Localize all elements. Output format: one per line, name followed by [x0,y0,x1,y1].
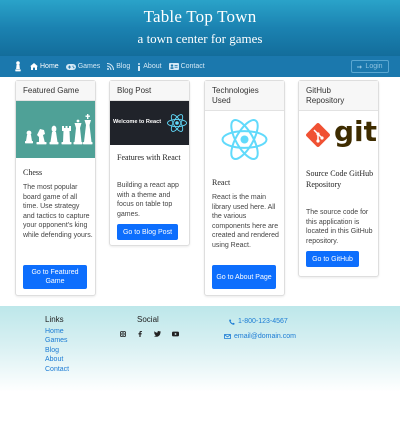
go-to-github-button[interactable]: Go to GitHub [306,251,359,267]
chess-pawn-icon[interactable] [15,61,21,72]
card-text: Building a react app with a theme and fo… [117,182,179,218]
go-to-about-page-button[interactable]: Go to About Page [212,265,276,289]
nav-contact[interactable]: Contact [168,63,205,70]
nav-games-label: Games [77,63,101,70]
login-button[interactable]: Login [351,60,389,73]
card-text: The source code for this application is … [306,209,373,245]
react-logo-image [205,111,284,168]
card-github-repository: GitHub Repository git Source Code GitHub… [298,80,379,277]
nav-blog-label: Blog [116,63,131,70]
footer-email[interactable]: email@domain.com [224,333,296,340]
card-title: Features with React [117,153,181,162]
nav-games[interactable]: Games [65,63,101,70]
login-label: Login [365,63,383,70]
card-technologies-used: Technologies Used React React is the mai… [204,80,285,296]
card-header: Featured Game [16,81,95,101]
card-text: React is the main library used here. All… [212,194,279,249]
footer-social-heading: Social [137,315,159,324]
main-navbar: Home Games Blog About Contact Login [0,56,400,77]
twitter-icon[interactable] [154,331,161,337]
chess-pieces-image [16,101,95,158]
site-header: Table Top Town a town center for games [0,0,400,56]
nav-about-label: About [143,63,162,70]
footer-phone[interactable]: 1-800-123-4567 [229,318,288,325]
info-icon [137,62,141,71]
card-title: Source Code GitHub Repository [306,169,374,189]
welcome-to-react-text: Welcome to React [113,119,162,125]
git-diamond-icon [306,123,330,147]
nav-contact-label: Contact [180,63,205,70]
address-card-icon [168,63,179,70]
sign-in-icon [357,64,363,70]
nav-home[interactable]: Home [30,63,59,70]
card-header: Technologies Used [205,81,284,111]
phone-icon [229,318,235,325]
go-to-featured-game-button[interactable]: Go to Featured Game [23,265,87,289]
react-logo-icon [167,114,187,132]
nav-home-label: Home [40,63,59,70]
site-title: Table Top Town [143,7,257,26]
footer-link-games[interactable]: Games [45,336,68,345]
card-title: Chess [23,168,43,177]
git-wordmark: git [334,115,378,148]
rss-icon [107,63,115,70]
footer-link-contact[interactable]: Contact [45,365,69,374]
site-footer: Links Home Games Blog About Contact Soci… [0,306,400,392]
card-blog-post: Blog Post Welcome to React Features with… [109,80,190,246]
home-icon [30,63,38,70]
card-featured-game: Featured Game Chess The most popular boa… [15,80,96,296]
instagram-icon[interactable] [120,331,126,337]
card-title: React [212,178,231,187]
facebook-icon[interactable] [138,331,142,337]
footer-link-home[interactable]: Home [45,327,64,336]
nav-blog[interactable]: Blog [107,63,130,70]
footer-link-blog[interactable]: Blog [45,346,59,355]
go-to-blog-post-button[interactable]: Go to Blog Post [117,224,178,240]
card-text: The most popular board game of all time.… [23,184,93,239]
card-header: GitHub Repository [299,81,378,111]
footer-email-text: email@domain.com [234,333,296,340]
gamepad-icon [65,63,76,70]
footer-link-about[interactable]: About [45,355,63,364]
youtube-icon[interactable] [172,331,179,337]
envelope-icon [224,334,231,339]
git-logo-image: git [299,111,378,161]
nav-about[interactable]: About [137,62,162,71]
site-subtitle: a town center for games [137,31,263,46]
footer-phone-text: 1-800-123-4567 [238,318,288,325]
footer-links-heading: Links [45,315,64,324]
welcome-to-react-image: Welcome to React [110,101,189,145]
card-header: Blog Post [110,81,189,101]
